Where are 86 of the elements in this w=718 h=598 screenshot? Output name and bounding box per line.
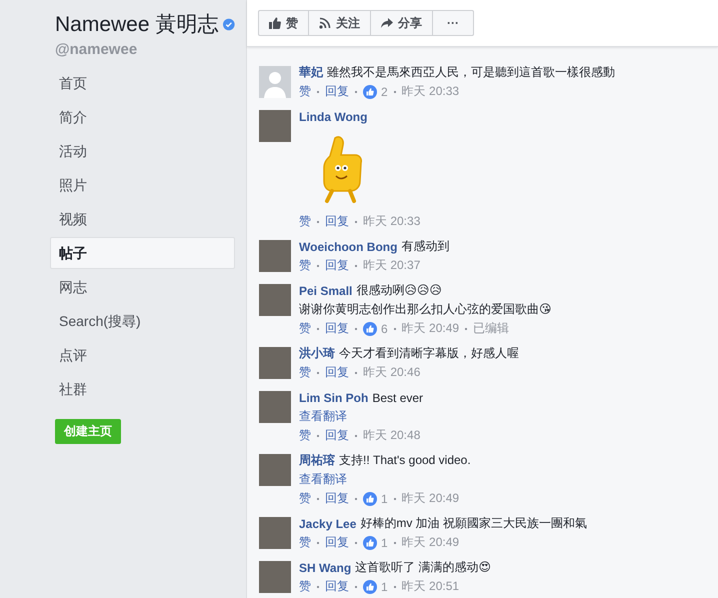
photo-placeholder[interactable] [259, 561, 291, 593]
reaction-count[interactable]: 6 [381, 322, 388, 336]
photo-placeholder[interactable] [259, 517, 291, 549]
like-reaction-icon [363, 492, 377, 506]
nav-item[interactable]: 首页 [50, 67, 235, 99]
like-link[interactable]: 赞 [299, 578, 311, 595]
default-avatar[interactable] [259, 66, 291, 98]
nav-item[interactable]: 活动 [50, 135, 235, 167]
comment-time[interactable]: 昨天 20:51 [402, 578, 460, 595]
share-button[interactable]: 分享 [370, 10, 433, 36]
like-button[interactable]: 赞 [258, 10, 309, 36]
commenter-name[interactable]: SH Wang [299, 560, 352, 574]
create-page-button[interactable]: 创建主页 [55, 419, 121, 444]
reply-link[interactable]: 回复 [325, 213, 349, 230]
like-link[interactable]: 赞 [299, 320, 311, 337]
reaction-count[interactable]: 2 [381, 84, 388, 98]
reply-link[interactable]: 回复 [325, 578, 349, 595]
photo-placeholder[interactable] [259, 284, 291, 316]
comment-text: 雖然我不是馬來西亞人民，可是聽到這首歌一樣很感動 [327, 64, 615, 81]
comment-text: 有感动到 [401, 238, 450, 255]
more-button[interactable]: ··· [432, 10, 474, 36]
share-arrow-icon [381, 17, 393, 29]
nav-item[interactable]: 简介 [50, 101, 235, 133]
comment-time[interactable]: 昨天 20:33 [363, 213, 420, 230]
like-link[interactable]: 赞 [299, 364, 311, 381]
comment-text: 谢谢你黄明志创作出那么扣人心弦的爱国歌曲😘 [299, 301, 552, 318]
see-translation-link[interactable]: 查看翻译 [299, 408, 347, 425]
comment-time[interactable]: 昨天 20:49 [402, 490, 460, 507]
nav-item[interactable]: 视频 [50, 203, 235, 235]
commenter-name[interactable]: Jacky Lee [299, 516, 356, 530]
reply-link[interactable]: 回复 [325, 490, 349, 507]
nav-item[interactable]: 帖子 [50, 237, 235, 269]
commenter-name[interactable]: Woeichoon Bong [299, 240, 398, 254]
comment-time[interactable]: 昨天 20:46 [363, 364, 420, 381]
see-translation-link[interactable]: 查看翻译 [299, 471, 347, 488]
nav-item[interactable]: 点评 [50, 339, 235, 371]
comment-text: 这首歌听了 满满的感动😍 [355, 559, 492, 576]
nav-item[interactable]: 社群 [50, 373, 235, 405]
reply-link[interactable]: 回复 [325, 83, 349, 100]
comment-text: Best ever [372, 390, 424, 404]
nav-item[interactable]: 照片 [50, 169, 235, 201]
comment-time[interactable]: 昨天 20:49 [402, 534, 460, 551]
photo-placeholder[interactable] [259, 110, 291, 142]
commenter-name[interactable]: Linda Wong [299, 110, 368, 124]
photo-placeholder[interactable] [259, 347, 291, 379]
comment-time[interactable]: 昨天 20:48 [363, 427, 420, 444]
commenter-name[interactable]: 洪小琦 [299, 345, 335, 362]
reply-link[interactable]: 回复 [325, 320, 349, 337]
like-link[interactable]: 赞 [299, 257, 311, 274]
comment-text: 好棒的mv 加油 祝願國家三大民族一團和氣 [360, 515, 588, 532]
reply-link[interactable]: 回复 [325, 427, 349, 444]
comment-text: 今天才看到清晰字幕版，好感人喔 [339, 345, 519, 362]
nav-item[interactable]: 网志 [50, 271, 235, 303]
reaction-count[interactable]: 1 [381, 492, 388, 506]
comment-time[interactable]: 昨天 20:37 [363, 257, 420, 274]
reaction-count[interactable]: 1 [381, 580, 388, 594]
like-reaction-icon [363, 580, 377, 594]
photo-placeholder[interactable] [259, 391, 291, 423]
photo-placeholder[interactable] [259, 240, 291, 272]
rss-icon [319, 17, 331, 29]
like-link[interactable]: 赞 [299, 490, 311, 507]
like-link[interactable]: 赞 [299, 534, 311, 551]
like-link[interactable]: 赞 [299, 83, 311, 100]
edited-label[interactable]: 已编辑 [473, 320, 510, 337]
like-link[interactable]: 赞 [299, 427, 311, 444]
comment-text: 很感动咧😥😥😥 [356, 282, 442, 299]
comment-time[interactable]: 昨天 20:49 [402, 320, 460, 337]
comment-text: 支持!! That's good video. [339, 452, 471, 469]
commenter-name[interactable]: 華妃 [299, 64, 323, 81]
nav-item[interactable]: Search(搜尋) [50, 305, 235, 337]
like-link[interactable]: 赞 [299, 213, 311, 230]
thumbs-up-icon [269, 17, 281, 29]
like-reaction-icon [363, 84, 377, 98]
commenter-name[interactable]: 周祐瑢 [299, 452, 335, 469]
reply-link[interactable]: 回复 [325, 257, 349, 274]
page-name[interactable]: Namewee 黃明志 [55, 10, 218, 38]
photo-placeholder[interactable] [259, 454, 291, 486]
reply-link[interactable]: 回复 [325, 364, 349, 381]
reaction-count[interactable]: 1 [381, 536, 388, 550]
commenter-name[interactable]: Lim Sin Poh [299, 390, 368, 404]
reply-link[interactable]: 回复 [325, 534, 349, 551]
comment-time[interactable]: 昨天 20:33 [402, 83, 460, 100]
commenter-name[interactable]: Pei Small [299, 284, 352, 298]
like-reaction-icon [363, 322, 377, 336]
follow-button[interactable]: 关注 [308, 10, 371, 36]
like-reaction-icon [363, 536, 377, 550]
